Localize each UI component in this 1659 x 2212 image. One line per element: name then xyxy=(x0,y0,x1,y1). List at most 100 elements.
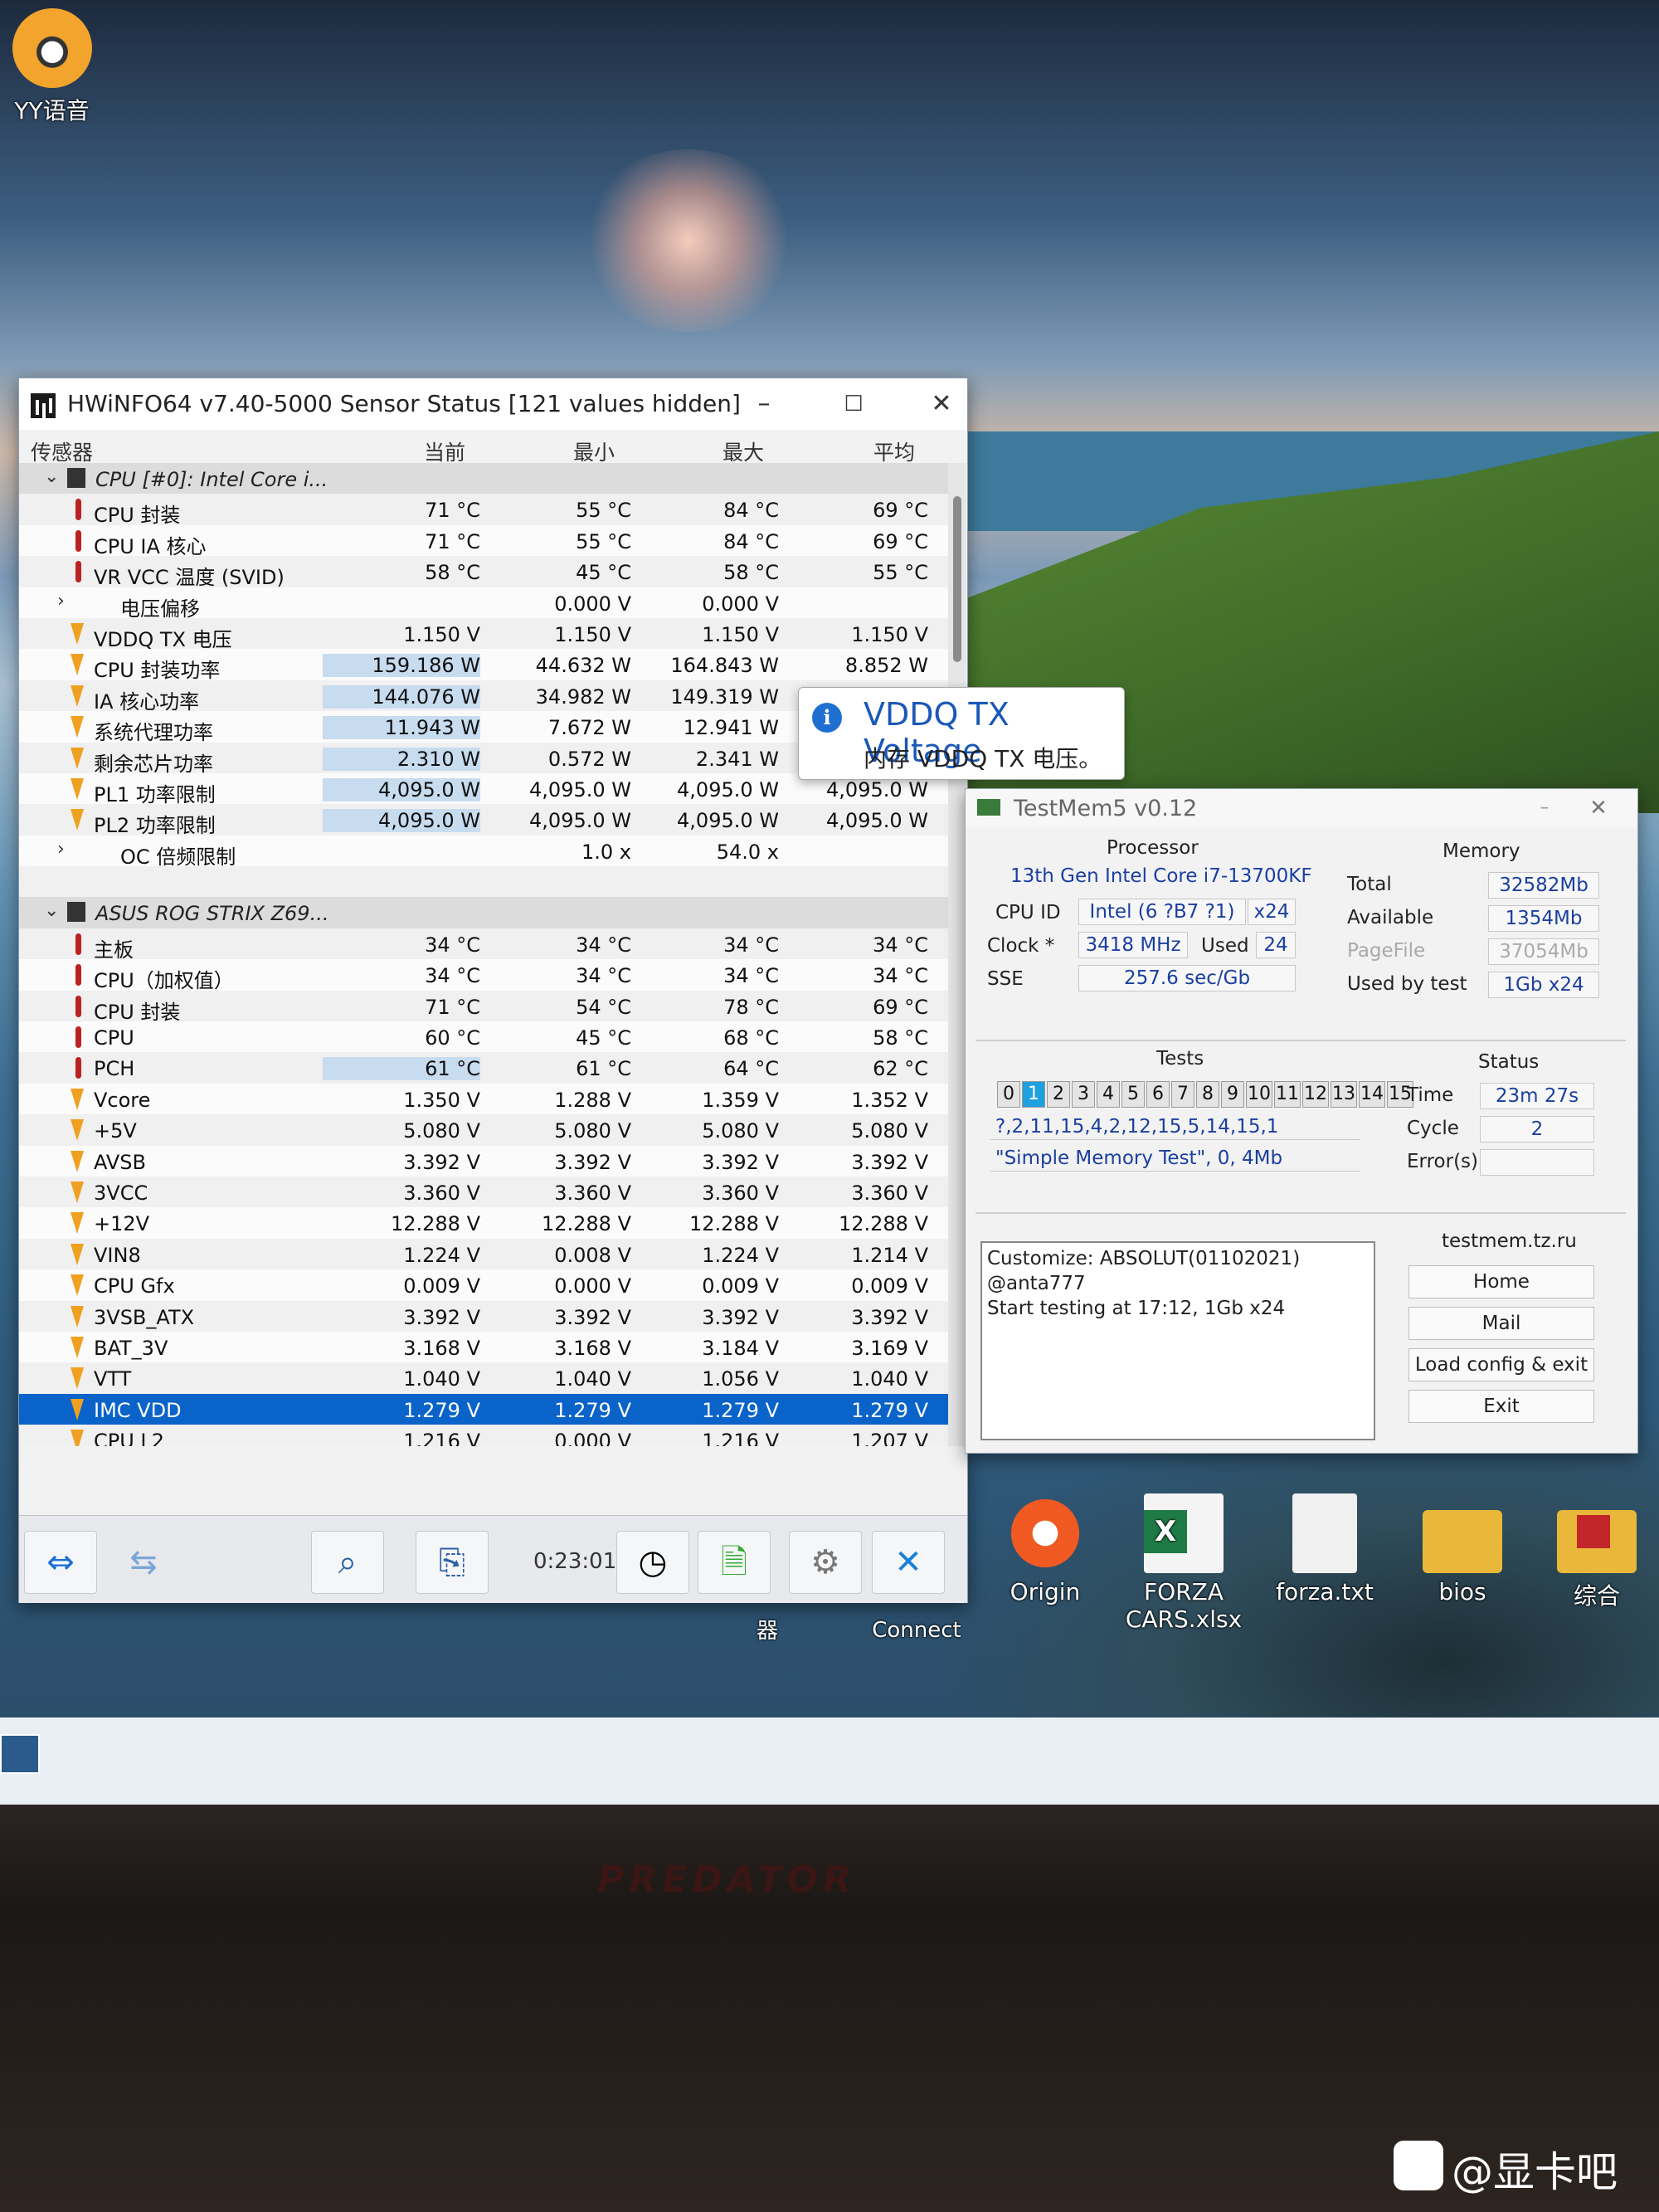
sensor-row[interactable]: +5V 5.080 V 5.080 V 5.080 V 5.080 V xyxy=(19,1114,948,1146)
arrows-expand-icon[interactable]: ⇔ xyxy=(24,1531,97,1594)
sensor-group-row[interactable]: ⌄ CPU [#0]: Intel Core i... xyxy=(19,463,948,495)
sensor-value-max: 3.392 V xyxy=(702,1150,779,1174)
report-add-icon[interactable]: 🗎 xyxy=(698,1531,771,1594)
sensor-row[interactable]: 主板 34 °C 34 °C 34 °C 34 °C xyxy=(19,928,948,962)
desktop-icon-bios[interactable]: bios xyxy=(1400,1493,1525,1605)
sensor-name: 剩余芯片功率 xyxy=(94,752,213,776)
sensor-name: PL1 功率限制 xyxy=(94,782,216,806)
sensor-name: CPU xyxy=(94,1026,134,1050)
window-title: HWiNFO64 v7.40-5000 Sensor Status [121 v… xyxy=(67,390,741,417)
thermometer-icon xyxy=(75,499,81,521)
exit-button[interactable]: Exit xyxy=(1408,1390,1594,1423)
lightning-icon xyxy=(71,1088,84,1110)
test-cell: 8 xyxy=(1196,1081,1219,1108)
sensor-row[interactable]: › 电压偏移 0.000 V 0.000 V xyxy=(19,587,948,621)
collapse-chevron-icon[interactable]: ⌄ xyxy=(44,900,59,921)
network-icon[interactable]: ⎘ xyxy=(416,1531,489,1594)
sensor-name: PCH xyxy=(94,1057,135,1081)
title-bar[interactable]: TestMem5 v0.12 – ✕ xyxy=(966,789,1637,827)
sensor-row[interactable]: CPU（加权值） 34 °C 34 °C 34 °C 34 °C xyxy=(19,959,948,992)
sensor-name: CPU L2 xyxy=(94,1430,165,1446)
clock-icon[interactable]: ◷ xyxy=(616,1531,689,1594)
column-header: 传感器 当前 最小 最大 平均 xyxy=(19,430,948,466)
hwinfo-taskbar-icon[interactable] xyxy=(0,1734,40,1774)
column-current[interactable]: 当前 xyxy=(424,436,465,466)
sensor-value-cur: 71 °C xyxy=(425,995,480,1019)
sensor-value-min: 55 °C xyxy=(576,499,631,523)
mail-button[interactable]: Mail xyxy=(1408,1307,1594,1340)
sensor-row[interactable]: VR VCC 温度 (SVID) 58 °C 45 °C 58 °C 55 °C xyxy=(19,556,948,590)
test-cell: 13 xyxy=(1331,1081,1357,1108)
sensor-name: IMC VDD xyxy=(94,1398,182,1422)
log-textbox[interactable]: Customize: ABSOLUT(01102021) @anta777 St… xyxy=(980,1241,1375,1440)
sensor-row[interactable]: CPU 封装功率 159.186 W 44.632 W 164.843 W 8.852 … xyxy=(19,649,948,682)
sensor-row[interactable]: +12V 12.288 V 12.288 V 12.288 V 12.288 V xyxy=(19,1207,948,1238)
column-sensor[interactable]: 传感器 xyxy=(31,436,93,466)
desktop-icon-forza-txt[interactable]: forza.txt xyxy=(1262,1493,1387,1605)
column-avg[interactable]: 平均 xyxy=(873,436,915,466)
sensor-row[interactable]: PCH 61 °C 61 °C 64 °C 62 °C xyxy=(19,1052,948,1084)
sensor-group-row[interactable]: ⌄ ASUS ROG STRIX Z69... xyxy=(19,897,948,928)
sensor-row[interactable]: BAT_3V 3.168 V 3.168 V 3.184 V 3.169 V xyxy=(19,1332,948,1362)
close-x-icon[interactable]: ✕ xyxy=(872,1531,945,1594)
desktop-icon-yy[interactable]: YY语音 xyxy=(0,8,104,126)
thermometer-icon xyxy=(75,964,81,987)
column-max[interactable]: 最大 xyxy=(722,436,764,466)
site-link[interactable]: testmem.tz.ru xyxy=(1442,1230,1577,1252)
sensor-value-avg: 3.392 V xyxy=(851,1150,928,1174)
close-icon[interactable]: ✕ xyxy=(918,387,965,421)
threads-value: x24 xyxy=(1248,899,1296,925)
maximize-icon[interactable]: ☐ xyxy=(830,387,877,421)
search-monitor-icon[interactable]: ⌕ xyxy=(311,1531,384,1594)
load-config-exit-button[interactable]: Load config & exit xyxy=(1408,1348,1594,1381)
processor-header: Processor xyxy=(1107,837,1199,859)
expand-chevron-icon[interactable]: › xyxy=(57,839,65,860)
sensor-row[interactable]: › OC 倍频限制 1.0 x 54.0 x xyxy=(19,836,948,869)
sensor-row[interactable]: CPU IA 核心 71 °C 55 °C 84 °C 69 °C xyxy=(19,525,948,558)
gear-icon[interactable]: ⚙ xyxy=(789,1531,862,1594)
text-file-icon xyxy=(1292,1493,1357,1573)
expand-chevron-icon[interactable]: › xyxy=(57,591,65,611)
sensor-row[interactable]: 3VSB_ATX 3.392 V 3.392 V 3.392 V 3.392 V xyxy=(19,1300,948,1332)
sensor-row[interactable]: CPU 60 °C 45 °C 68 °C 58 °C xyxy=(19,1021,948,1052)
sensor-row[interactable]: CPU 封装 71 °C 55 °C 84 °C 69 °C xyxy=(19,494,948,527)
sensor-name: VIN8 xyxy=(94,1243,141,1267)
scrollbar[interactable] xyxy=(948,463,966,1446)
usedbytest-label: Used by test xyxy=(1347,973,1467,995)
sensor-value-max: 34 °C xyxy=(723,964,779,988)
home-button[interactable]: Home xyxy=(1408,1265,1594,1298)
sensor-row[interactable]: VIN8 1.224 V 0.008 V 1.224 V 1.214 V xyxy=(19,1238,948,1270)
sensor-row[interactable]: VTT 1.040 V 1.040 V 1.056 V 1.040 V xyxy=(19,1362,948,1394)
lightning-icon xyxy=(71,809,84,831)
sensor-row[interactable]: PL2 功率限制 4,095.0 W 4,095.0 W 4,095.0 W 4,095… xyxy=(19,804,948,837)
sensor-row[interactable]: AVSB 3.392 V 3.392 V 3.392 V 3.392 V xyxy=(19,1146,948,1177)
sensor-row[interactable]: Vcore 1.350 V 1.288 V 1.359 V 1.352 V xyxy=(19,1084,948,1114)
sensor-row[interactable]: VDDQ TX 电压 1.150 V 1.150 V 1.150 V 1.150 V xyxy=(19,617,948,651)
sensor-value-max: 54.0 x xyxy=(716,840,779,864)
title-bar[interactable]: HWiNFO64 v7.40-5000 Sensor Status [121 v… xyxy=(19,378,967,430)
sensor-value-min: 34 °C xyxy=(576,964,631,988)
sensor-name: CPU [#0]: Intel Core i... xyxy=(95,468,328,491)
minimize-icon[interactable]: – xyxy=(1521,791,1568,826)
desktop-icon-forza-xlsx[interactable]: FORZA CARS.xlsx xyxy=(1121,1493,1246,1633)
arrows-collapse-icon[interactable]: ⇆ xyxy=(107,1531,180,1594)
desktop-icon-zonghe[interactable]: 综合 xyxy=(1535,1493,1659,1611)
column-min[interactable]: 最小 xyxy=(573,436,615,466)
collapse-chevron-icon[interactable]: ⌄ xyxy=(44,466,59,487)
sensor-name: VR VCC 温度 (SVID) xyxy=(94,566,285,590)
scrollbar-thumb[interactable] xyxy=(953,496,961,662)
sensor-row[interactable] xyxy=(19,866,948,898)
lightning-icon xyxy=(71,1212,84,1235)
testmem-app-icon xyxy=(977,799,1000,816)
sensor-value-min: 3.392 V xyxy=(554,1150,631,1174)
minimize-icon[interactable]: – xyxy=(741,387,787,421)
desktop-icon-origin[interactable]: Origin xyxy=(983,1493,1107,1605)
sensor-row[interactable]: CPU L2 1.216 V 0.000 V 1.216 V 1.207 V xyxy=(19,1425,948,1446)
close-icon[interactable]: ✕ xyxy=(1575,791,1622,826)
sensor-row[interactable]: 3VCC 3.360 V 3.360 V 3.360 V 3.360 V xyxy=(19,1176,948,1208)
sensor-value-cur: 12.288 V xyxy=(390,1212,480,1236)
sensor-row[interactable]: CPU 封装 71 °C 54 °C 78 °C 69 °C xyxy=(19,990,948,1024)
sensor-row[interactable]: CPU Gfx 0.009 V 0.000 V 0.009 V 0.009 V xyxy=(19,1269,948,1300)
sensor-row[interactable]: IMC VDD 1.279 V 1.279 V 1.279 V 1.279 V xyxy=(19,1393,948,1425)
sensor-value-min: 1.288 V xyxy=(554,1088,631,1112)
